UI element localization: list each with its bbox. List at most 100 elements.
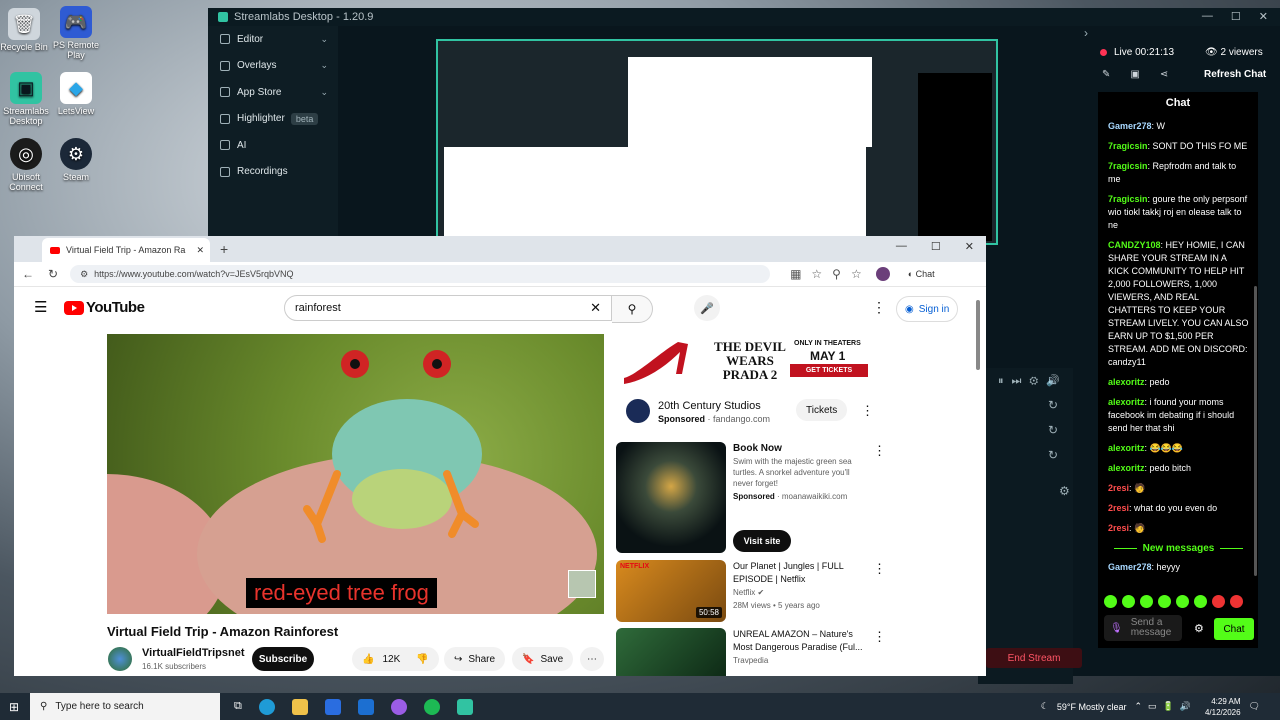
minimize-icon[interactable]: — bbox=[896, 240, 907, 253]
nav-highlighter[interactable]: Highlighter beta bbox=[208, 106, 338, 133]
chat-username[interactable]: Gamer278 bbox=[1108, 562, 1152, 572]
refresh-icon[interactable]: ↻ bbox=[48, 267, 58, 281]
ad-banner-cta[interactable]: GET TICKETS bbox=[790, 364, 868, 377]
chat-username[interactable]: 2resi bbox=[1108, 483, 1129, 493]
refresh-icon[interactable]: ↻ bbox=[1048, 448, 1058, 462]
chat-username[interactable]: 7ragicsin bbox=[1108, 194, 1148, 204]
channel-name[interactable]: VirtualFieldTripsnet bbox=[142, 647, 245, 659]
chat-username[interactable]: alexoritz bbox=[1108, 397, 1145, 407]
save-button[interactable]: 🔖 Save bbox=[512, 647, 574, 671]
share-button[interactable]: ↪ Share bbox=[444, 647, 506, 671]
pencil-icon[interactable]: ✎ bbox=[1102, 69, 1110, 80]
tickets-button[interactable]: Tickets bbox=[796, 399, 848, 421]
browser-tab[interactable]: Virtual Field Trip - Amazon Ra ✕ bbox=[42, 238, 210, 262]
new-messages-divider[interactable]: New messages bbox=[1108, 542, 1249, 555]
taskbar-search[interactable]: ⚲ Type here to search bbox=[30, 693, 220, 720]
maximize-icon[interactable]: ☐ bbox=[1231, 10, 1241, 23]
stream-preview[interactable] bbox=[436, 39, 998, 245]
more-actions-button[interactable]: ⋯ bbox=[580, 647, 604, 671]
emote-icon[interactable] bbox=[1158, 595, 1171, 608]
rec-more-icon[interactable]: ⋮ bbox=[873, 561, 886, 577]
edge-icon[interactable] bbox=[258, 698, 275, 715]
refresh-chat-button[interactable]: Refresh Chat bbox=[1204, 69, 1266, 80]
tab-close-icon[interactable]: ✕ bbox=[196, 245, 204, 256]
maximize-icon[interactable]: ☐ bbox=[931, 240, 941, 253]
spotify-icon[interactable] bbox=[423, 698, 440, 715]
chat-scrollbar[interactable] bbox=[1254, 286, 1257, 576]
advertiser-name[interactable]: 20th Century Studios bbox=[658, 400, 761, 412]
minimize-icon[interactable]: — bbox=[1202, 10, 1213, 23]
emote-icon[interactable] bbox=[1194, 595, 1207, 608]
chat-username[interactable]: alexoritz bbox=[1108, 463, 1145, 473]
more-options-icon[interactable]: ⋮ bbox=[872, 299, 886, 316]
rec-more-icon[interactable]: ⋮ bbox=[873, 629, 886, 645]
chat-username[interactable]: alexoritz bbox=[1108, 377, 1145, 387]
end-stream-button[interactable]: End Stream bbox=[986, 648, 1082, 668]
rec-thumbnail[interactable] bbox=[616, 628, 726, 676]
desktop-icon-steam[interactable]: ⚙ Steam bbox=[44, 138, 108, 182]
store-icon[interactable] bbox=[324, 698, 341, 715]
weather-text[interactable]: 59°F Mostly clear bbox=[1057, 702, 1127, 712]
youtube-logo[interactable]: YouTube bbox=[64, 299, 145, 316]
close-icon[interactable]: ✕ bbox=[1259, 10, 1268, 23]
chat-username[interactable]: CANDZY108 bbox=[1108, 240, 1161, 250]
settings-gear-icon[interactable]: ⚙ bbox=[1059, 484, 1070, 498]
rec-title[interactable]: Our Planet | Jungles | FULL EPISODE | Ne… bbox=[733, 560, 868, 586]
chat-username[interactable]: 7ragicsin bbox=[1108, 141, 1148, 151]
layout-icon[interactable]: ▣ bbox=[1130, 69, 1139, 80]
new-tab-icon[interactable]: + bbox=[220, 241, 228, 257]
emote-icon[interactable] bbox=[1212, 595, 1225, 608]
thumbs-down-icon[interactable]: 👎 bbox=[416, 654, 428, 665]
emote-icon[interactable] bbox=[1230, 595, 1243, 608]
clear-search-icon[interactable]: ✕ bbox=[590, 300, 601, 316]
channel-avatar[interactable] bbox=[108, 647, 132, 671]
url-field[interactable]: ⚙ https://www.youtube.com/watch?v=JEsV5r… bbox=[70, 265, 771, 283]
chat-send-button[interactable]: Chat bbox=[1214, 618, 1254, 640]
nav-editor[interactable]: Editor ⌄ bbox=[208, 26, 338, 53]
nav-overlays[interactable]: Overlays ⌄ bbox=[208, 53, 338, 80]
collapse-chevron-icon[interactable]: › bbox=[1084, 26, 1088, 40]
search-input[interactable]: rainforest ✕ bbox=[284, 295, 612, 321]
subscribe-button[interactable]: Subscribe bbox=[252, 647, 314, 671]
chat-message-list[interactable]: Gamer278: W 7ragicsin: SONT DO THIS FO ME… bbox=[1098, 114, 1258, 574]
chat-settings-gear-icon[interactable]: ⚙ bbox=[1194, 622, 1204, 635]
rec-title[interactable]: UNREAL AMAZON – Nature's Most Dangerous … bbox=[733, 628, 868, 654]
chat-username[interactable]: 7ragicsin bbox=[1108, 161, 1148, 171]
chat-message-input[interactable]: 🎙 Send a message bbox=[1104, 615, 1182, 641]
weather-icon[interactable]: ☾ bbox=[1041, 701, 1049, 712]
emote-icon[interactable] bbox=[1140, 595, 1153, 608]
refresh-icon[interactable]: ↻ bbox=[1048, 398, 1058, 412]
search-button[interactable]: ⚲ bbox=[612, 295, 653, 323]
ad-banner[interactable]: THE DEVIL WEARS PRADA 2 ONLY IN THEATERS… bbox=[616, 334, 884, 392]
hamburger-menu-icon[interactable]: ☰ bbox=[34, 298, 47, 316]
file-explorer-icon[interactable] bbox=[291, 698, 308, 715]
ad2-thumbnail[interactable] bbox=[616, 442, 726, 553]
chat-username[interactable]: 2resi bbox=[1108, 523, 1129, 533]
page-scrollbar[interactable] bbox=[976, 300, 980, 370]
back-icon[interactable]: ← bbox=[22, 267, 34, 281]
notification-icon[interactable]: 🗨 bbox=[1249, 701, 1260, 712]
visit-site-button[interactable]: Visit site bbox=[733, 530, 791, 552]
windows-start-icon[interactable]: ⊞ bbox=[9, 700, 19, 714]
profile-avatar[interactable] bbox=[875, 267, 890, 281]
ad2-more-icon[interactable]: ⋮ bbox=[873, 443, 886, 459]
rec-thumbnail[interactable]: NETFLIX 50:58 bbox=[616, 560, 726, 622]
chat-username[interactable]: alexoritz bbox=[1108, 443, 1145, 453]
task-view-icon[interactable]: ⧉ bbox=[234, 700, 242, 713]
ad-more-icon[interactable]: ⋮ bbox=[861, 403, 874, 419]
site-info-icon[interactable]: ⚙ bbox=[80, 269, 88, 280]
refresh-icon[interactable]: ↻ bbox=[1048, 423, 1058, 437]
share-icon[interactable]: ⋖ bbox=[1160, 69, 1168, 80]
desktop-icon-ps-remote-play[interactable]: 🎮 PS Remote Play bbox=[44, 6, 108, 60]
chat-username[interactable]: 2resi bbox=[1108, 503, 1129, 513]
video-player[interactable]: red-eyed tree frog bbox=[107, 334, 604, 614]
copilot-icon[interactable] bbox=[390, 698, 407, 715]
nav-recordings[interactable]: Recordings bbox=[208, 159, 338, 186]
nav-app-store[interactable]: App Store ⌄ bbox=[208, 79, 338, 106]
tray-icons[interactable]: ⌃▭🔋🔊 bbox=[1135, 701, 1197, 712]
emote-icon[interactable] bbox=[1104, 595, 1117, 608]
sign-in-button[interactable]: ◉ Sign in bbox=[896, 296, 959, 322]
advertiser-avatar[interactable] bbox=[626, 399, 650, 423]
clock[interactable]: 4:29 AM 4/12/2026 bbox=[1205, 696, 1241, 718]
toolbar-icons[interactable]: ▦☆⚲☆ bbox=[790, 267, 872, 281]
